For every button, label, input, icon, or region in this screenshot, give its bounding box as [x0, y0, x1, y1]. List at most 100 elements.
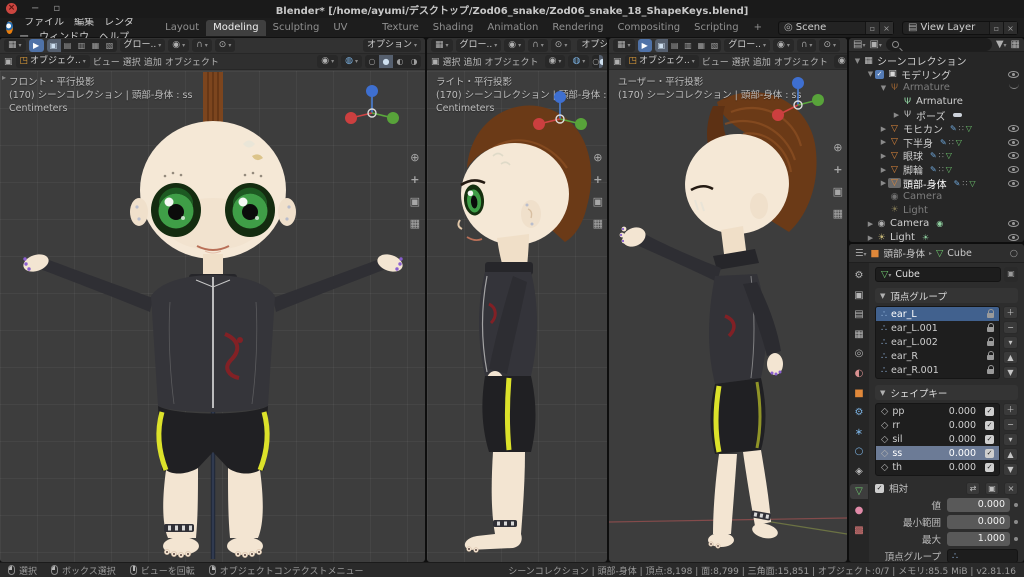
properties-tab-constraints[interactable]: ◈: [850, 464, 868, 479]
options-dropdown[interactable]: オプション▾: [577, 39, 607, 52]
viewport-canvas-right[interactable]: ライト・平行投影 (170) シーンコレクション | 頭部-身体 : ss Ce…: [427, 71, 607, 562]
transform-gizmo[interactable]: [345, 83, 399, 137]
properties-tab-output[interactable]: ▤: [850, 307, 868, 322]
outliner-row-Camera[interactable]: ◉Camera: [849, 190, 1024, 204]
vertex-groups-panel-header[interactable]: ▼ 頂点グループ: [875, 288, 1018, 303]
snap-toggle-icon[interactable]: ∩▾: [192, 39, 212, 52]
shape-key-mute-checkbox[interactable]: ✓: [985, 407, 994, 416]
disclosure-icon[interactable]: ▶: [879, 152, 888, 160]
shape-key-mute-checkbox[interactable]: ✓: [985, 463, 994, 472]
edit-mode-icon[interactable]: ▣: [985, 482, 999, 495]
lock-icon[interactable]: [987, 341, 994, 346]
shape-key-vertex-group-field[interactable]: ∴: [947, 549, 1018, 562]
outliner-row-ポーズ[interactable]: ▶Ψポーズ: [849, 108, 1024, 122]
outliner-row-脚輪[interactable]: ▶▽脚輪✎∷▽: [849, 163, 1024, 177]
visibility-eye-icon[interactable]: [1008, 166, 1019, 173]
visibility-eye-icon[interactable]: [1008, 220, 1019, 227]
viewport-menu-追加[interactable]: 追加: [144, 55, 162, 68]
outliner-row-Camera[interactable]: ▶◉Camera◉: [849, 217, 1024, 231]
disclosure-icon[interactable]: ▶: [879, 179, 888, 187]
viewport-user[interactable]: ▦▾▶▣▤▥▦▧グロー..▾◉▾∩▾⊙▾ ▣◳オブジェク..▾ビュー選択追加オブ…: [609, 38, 847, 562]
scene-selector[interactable]: ◎Scene ▫ ×: [778, 21, 894, 35]
viewport-menu-オブジェクト[interactable]: オブジェクト: [165, 55, 219, 68]
overlays-icon[interactable]: ◍▾: [568, 55, 589, 68]
editor-type-icon[interactable]: ▦▾: [431, 39, 453, 52]
disclosure-icon[interactable]: ▶: [892, 111, 901, 119]
transform-gizmo[interactable]: [771, 75, 825, 129]
viewport-canvas-front[interactable]: ▸: [0, 71, 425, 562]
disclosure-icon[interactable]: ▼: [853, 57, 862, 65]
viewport-menu-選択[interactable]: 選択: [732, 55, 750, 68]
editor-type-icon[interactable]: ▣: [431, 57, 440, 67]
visibility-eye-icon[interactable]: [1008, 180, 1019, 187]
outliner-row-Armature[interactable]: ▼ΨArmature: [849, 81, 1024, 95]
outliner-row-モデリング[interactable]: ▼✓▣モデリング: [849, 68, 1024, 82]
shape-key-mute-checkbox[interactable]: ✓: [985, 421, 994, 430]
properties-tab-object[interactable]: ■: [850, 386, 868, 401]
workspace-tab-layout[interactable]: Layout: [158, 20, 206, 36]
lock-icon[interactable]: [987, 327, 994, 332]
outliner-row-Light[interactable]: ▶☀Light☀: [849, 231, 1024, 242]
outliner-row-下半身[interactable]: ▶▽下半身✎∷▽: [849, 136, 1024, 150]
vertex-group-specials-button[interactable]: ▾: [1003, 336, 1018, 349]
pivot-point-dropdown[interactable]: ◉▾: [773, 39, 794, 52]
fake-user-button[interactable]: ▣: [1004, 267, 1018, 282]
properties-tab-view-layer[interactable]: ▦: [850, 327, 868, 342]
active-tool-icon[interactable]: ▶: [29, 39, 44, 52]
viewport-menu-選択[interactable]: 選択: [123, 55, 141, 68]
show-gizmo-icon[interactable]: ◉▾: [545, 55, 566, 68]
animate-dot-icon[interactable]: [1014, 503, 1018, 507]
vertex-group-row-ear_R[interactable]: ∴ear_R: [876, 349, 999, 363]
workspace-tab-scripting[interactable]: Scripting: [687, 20, 745, 36]
app-menu-編集[interactable]: 編集: [69, 17, 99, 28]
pivot-point-dropdown[interactable]: ◉▾: [168, 39, 189, 52]
transform-gizmo[interactable]: [533, 89, 587, 143]
visibility-eye-closed-icon[interactable]: [1009, 84, 1019, 89]
lock-icon[interactable]: [987, 369, 994, 374]
workspace-tab-uv-editing[interactable]: UV Editing: [326, 20, 375, 36]
proportional-editing-icon[interactable]: ⊙▾: [551, 39, 572, 52]
viewport-front[interactable]: ▦▾▶▣▤▥▦▧グロー..▾◉▾∩▾⊙▾オプション▾ ▣◳オブジェク..▾ビュー…: [0, 38, 425, 562]
move-up-button[interactable]: ▲: [1003, 351, 1018, 364]
unlink-scene-button[interactable]: ×: [879, 22, 893, 34]
shape-keys-panel-header[interactable]: ▼ シェイプキー: [875, 385, 1018, 400]
lock-icon[interactable]: [987, 355, 994, 360]
breadcrumb-data[interactable]: Cube: [947, 248, 972, 259]
properties-tab-world[interactable]: ◐: [850, 366, 868, 381]
animate-dot-icon[interactable]: [1014, 537, 1018, 541]
pivot-point-dropdown[interactable]: ◉▾: [504, 39, 525, 52]
visibility-eye-icon[interactable]: [1008, 234, 1019, 241]
workspace-tab-animation[interactable]: Animation: [480, 20, 545, 36]
move-down-button[interactable]: ▼: [1003, 366, 1018, 379]
shading-mode-segment[interactable]: ○●◐◑: [592, 55, 603, 68]
outliner-row-シーンコレクション[interactable]: ▼▦シーンコレクション: [849, 54, 1024, 68]
add-workspace-button[interactable]: +: [748, 22, 768, 33]
properties-tab-tool[interactable]: ⚙: [850, 268, 868, 283]
proportional-editing-icon[interactable]: ⊙▾: [215, 39, 236, 52]
viewport-menu-選択[interactable]: 選択: [443, 55, 461, 68]
new-scene-button[interactable]: ▫: [865, 22, 879, 34]
slider-最小範囲[interactable]: 0.000: [947, 515, 1010, 529]
show-gizmo-icon[interactable]: ◉▾: [834, 55, 847, 68]
animate-dot-icon[interactable]: [1014, 520, 1018, 524]
shading-mode-segment[interactable]: ○●◐◑: [365, 55, 421, 68]
disclosure-icon[interactable]: ▶: [866, 234, 875, 242]
disclosure-icon[interactable]: ▶: [879, 125, 888, 133]
editor-type-icon[interactable]: ▣: [613, 57, 622, 67]
viewport-nav-icons[interactable]: ⊕+▣▦: [833, 141, 843, 220]
slider-値[interactable]: 0.000: [947, 498, 1010, 512]
new-collection-icon[interactable]: ▦: [1011, 39, 1020, 50]
visibility-eye-icon[interactable]: [1008, 139, 1019, 146]
show-gizmo-icon[interactable]: ◉▾: [317, 55, 338, 68]
viewport-nav-icons[interactable]: ⊕+▣▦: [410, 151, 420, 230]
overlays-icon[interactable]: ◍▾: [341, 55, 362, 68]
select-mode-options[interactable]: ▣▤▥▦▧: [47, 39, 117, 52]
shape-key-mute-checkbox[interactable]: ✓: [985, 449, 994, 458]
editor-type-icon[interactable]: ▦▾: [613, 39, 635, 52]
editor-type-icon[interactable]: ▤▾: [853, 39, 865, 50]
viewport-menu-ビュー[interactable]: ビュー: [702, 55, 729, 68]
outliner-row-眼球[interactable]: ▶▽眼球✎∷▽: [849, 149, 1024, 163]
viewport-nav-icons[interactable]: ⊕+▣▦: [593, 151, 603, 230]
viewport-menu-オブジェクト[interactable]: オブジェクト: [774, 55, 828, 68]
viewport-menu-ビュー[interactable]: ビュー: [93, 55, 120, 68]
